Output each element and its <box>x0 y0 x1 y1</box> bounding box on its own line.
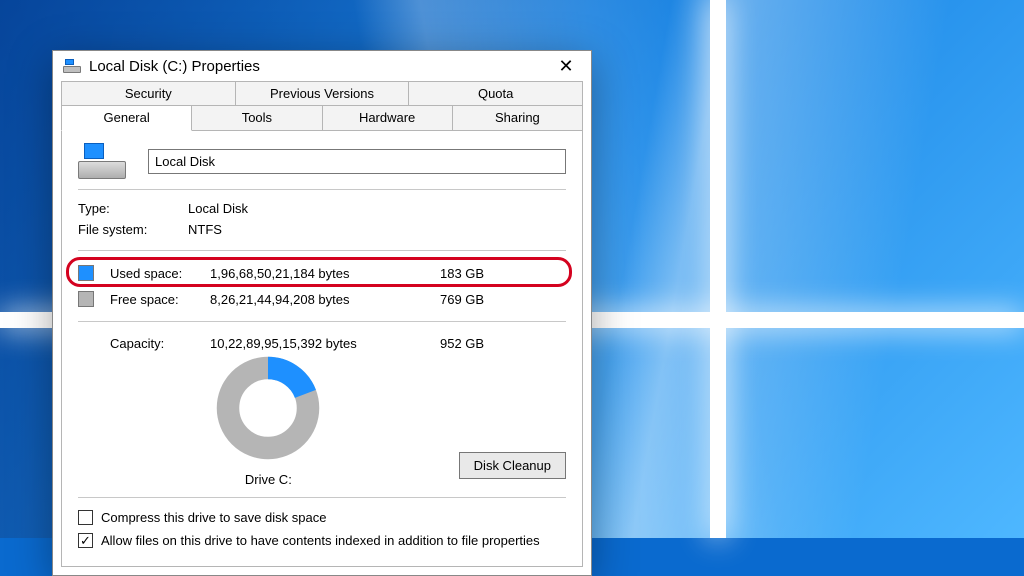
wallpaper-bar-v <box>710 0 726 538</box>
tab-tools[interactable]: Tools <box>191 105 322 131</box>
compress-label: Compress this drive to save disk space <box>101 510 326 525</box>
drive-icon-large <box>78 143 126 179</box>
tab-previous-versions[interactable]: Previous Versions <box>235 81 410 106</box>
capacity-label: Capacity: <box>110 336 210 351</box>
used-label: Used space: <box>110 266 210 281</box>
tab-body-general: Type: Local Disk File system: NTFS Used … <box>61 131 583 567</box>
titlebar[interactable]: Local Disk (C:) Properties ✕ <box>53 51 591 81</box>
fs-label: File system: <box>78 222 188 237</box>
separator <box>78 497 566 498</box>
free-bytes: 8,26,21,44,94,208 bytes <box>210 292 440 307</box>
separator <box>78 189 566 190</box>
tab-hardware[interactable]: Hardware <box>322 105 453 131</box>
disk-cleanup-button[interactable]: Disk Cleanup <box>459 452 566 479</box>
index-label: Allow files on this drive to have conten… <box>101 533 540 548</box>
close-icon[interactable]: ✕ <box>551 57 581 75</box>
used-color-icon <box>78 265 94 281</box>
used-bytes: 1,96,68,50,21,184 bytes <box>210 266 440 281</box>
separator <box>78 250 566 251</box>
capacity-bytes: 10,22,89,95,15,392 bytes <box>210 336 440 351</box>
drive-icon <box>63 59 81 73</box>
used-gb: 183 GB <box>440 266 510 281</box>
donut-label: Drive C: <box>78 472 459 487</box>
properties-dialog: Local Disk (C:) Properties ✕ Security Pr… <box>52 50 592 576</box>
separator <box>78 321 566 322</box>
free-color-icon <box>78 291 94 307</box>
tabs: Security Previous Versions Quota General… <box>53 81 591 131</box>
free-label: Free space: <box>110 292 210 307</box>
tab-quota[interactable]: Quota <box>408 81 583 106</box>
tab-sharing[interactable]: Sharing <box>452 105 583 131</box>
used-space-row: Used space: 1,96,68,50,21,184 bytes 183 … <box>78 261 566 285</box>
capacity-row: Capacity: 10,22,89,95,15,392 bytes 952 G… <box>78 330 566 353</box>
usage-donut-icon <box>213 353 323 463</box>
tab-general[interactable]: General <box>61 105 192 131</box>
index-checkbox[interactable]: ✓ <box>78 533 93 548</box>
window-title: Local Disk (C:) Properties <box>89 58 543 75</box>
drive-name-input[interactable] <box>148 149 566 174</box>
type-label: Type: <box>78 201 188 216</box>
type-value: Local Disk <box>188 201 566 216</box>
free-gb: 769 GB <box>440 292 510 307</box>
tab-security[interactable]: Security <box>61 81 236 106</box>
fs-value: NTFS <box>188 222 566 237</box>
capacity-gb: 952 GB <box>440 336 484 351</box>
compress-checkbox[interactable] <box>78 510 93 525</box>
free-space-row: Free space: 8,26,21,44,94,208 bytes 769 … <box>78 287 566 311</box>
